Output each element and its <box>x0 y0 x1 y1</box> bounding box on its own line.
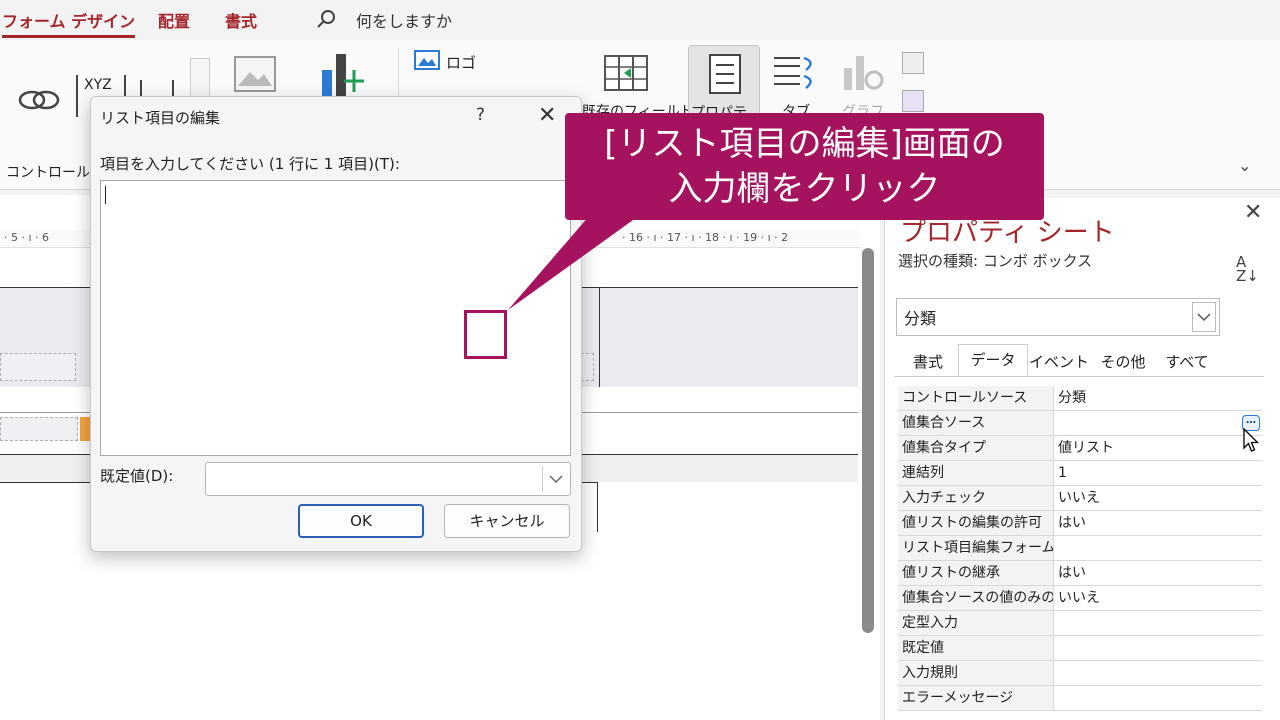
property-label: 値集合ソースの値のみの表示 <box>898 586 1054 610</box>
text-caret <box>105 186 106 204</box>
property-label: リスト項目編集フォーム <box>898 536 1054 560</box>
property-label: 値リストの編集の許可 <box>898 511 1054 535</box>
label-control-text: XYZ <box>84 77 112 93</box>
vertical-scrollbar[interactable] <box>862 248 874 633</box>
property-row[interactable]: 値リストの編集の許可 はい <box>898 511 1262 536</box>
property-row[interactable]: 定型入力 <box>898 611 1262 636</box>
property-row[interactable]: 入力規則 <box>898 661 1262 686</box>
existing-fields-icon[interactable] <box>604 55 648 91</box>
property-row[interactable]: リスト項目編集フォーム <box>898 536 1262 561</box>
default-value-combo[interactable] <box>205 462 571 496</box>
tell-me-search[interactable]: 何をしますか <box>356 8 452 32</box>
property-value[interactable]: はい <box>1054 511 1262 535</box>
sort-az-icon[interactable]: A Z↓ <box>1236 255 1259 284</box>
property-label: 値集合ソース <box>898 411 1054 435</box>
property-row[interactable]: 既定値 <box>898 636 1262 661</box>
dialog-title: リスト項目の編集 <box>100 109 221 127</box>
hyperlink-icon[interactable] <box>16 80 62 120</box>
property-row[interactable]: 値集合ソースの値のみの表示いいえ <box>898 586 1262 611</box>
ruler-ticks-left: · 5 · ı · 6 <box>4 231 50 244</box>
property-row[interactable]: 値集合タイプ 値リスト <box>898 436 1262 461</box>
property-value[interactable]: いいえ <box>1054 586 1262 610</box>
property-label: 連結列 <box>898 461 1054 485</box>
property-row[interactable]: 連結列 1 <box>898 461 1262 486</box>
mouse-cursor-icon <box>1243 428 1260 452</box>
property-row[interactable]: 値集合ソース… <box>898 411 1262 436</box>
ribbon-tab-bar: フォーム デザイン 配置 書式 何をしますか <box>0 0 1280 40</box>
property-value[interactable] <box>1054 686 1262 710</box>
callout-line-1: [リスト項目の編集]画面の <box>604 124 1005 164</box>
property-label: 値リストの継承 <box>898 561 1054 585</box>
image-icon[interactable] <box>234 56 276 92</box>
property-tab-other[interactable]: その他 <box>1092 350 1154 376</box>
property-value[interactable] <box>1054 536 1262 560</box>
logo-icon[interactable] <box>414 50 440 72</box>
detail-field[interactable] <box>0 417 78 441</box>
tab-order-icon[interactable] <box>772 52 820 92</box>
property-row[interactable]: 値リストの継承 はい <box>898 561 1262 586</box>
activex-icon[interactable] <box>902 90 924 112</box>
property-label: 入力チェック <box>898 486 1054 510</box>
property-value[interactable]: いいえ <box>1054 486 1262 510</box>
dialog-close-icon[interactable]: ✕ <box>538 103 556 128</box>
property-label: 定型入力 <box>898 611 1054 635</box>
chevron-down-icon[interactable] <box>1192 302 1216 332</box>
search-icon[interactable] <box>316 8 338 30</box>
property-label: 入力規則 <box>898 661 1054 685</box>
tab-form-design[interactable]: フォーム デザイン <box>2 8 136 38</box>
property-tabs-divider <box>894 376 1264 377</box>
property-grid: コントロールソース 分類 値集合ソース… 値集合タイプ 値リスト 連結列 1 入力チェ… <box>898 386 1262 711</box>
property-label: 値集合タイプ <box>898 436 1054 460</box>
callout-line-2: 入力欄をクリック <box>668 169 941 209</box>
property-row[interactable]: 入力チェック いいえ <box>898 486 1262 511</box>
dialog-help-icon[interactable]: ? <box>476 105 485 125</box>
header-field-left[interactable] <box>0 353 76 381</box>
control-selector-combo[interactable] <box>896 298 1220 336</box>
ok-button[interactable]: OK <box>298 504 424 538</box>
property-value[interactable]: … <box>1054 411 1262 435</box>
tab-format[interactable]: 書式 <box>225 8 257 32</box>
property-tab-data[interactable]: データ <box>958 344 1028 376</box>
controls-group-label: コントロール <box>6 165 90 181</box>
tab-arrange[interactable]: 配置 <box>158 8 190 32</box>
property-label: 既定値 <box>898 636 1054 660</box>
logo-button[interactable]: ロゴ <box>446 52 476 73</box>
default-value-label: 既定値(D): <box>100 467 174 485</box>
callout-text: [リスト項目の編集]画面の 入力欄をクリック <box>565 122 1044 212</box>
property-value[interactable] <box>1054 636 1262 660</box>
property-value[interactable]: 値リスト <box>1054 436 1262 460</box>
property-value[interactable]: 1 <box>1054 461 1262 485</box>
selected-combo-marker[interactable] <box>80 417 90 441</box>
property-sheet-close-icon[interactable]: ✕ <box>1244 200 1262 225</box>
chevron-down-icon[interactable] <box>542 466 568 492</box>
chart-settings-icon <box>844 56 884 90</box>
subform-icon[interactable] <box>902 52 924 74</box>
property-label: コントロールソース <box>898 386 1054 410</box>
property-tab-format[interactable]: 書式 <box>898 350 958 376</box>
property-value[interactable] <box>1054 661 1262 685</box>
selection-type: 選択の種類: コンボ ボックス <box>898 252 1093 270</box>
list-items-prompt: 項目を入力してください (1 行に 1 項目)(T): <box>100 155 400 173</box>
property-tab-all[interactable]: すべて <box>1156 350 1218 376</box>
callout-pointer <box>508 215 640 310</box>
property-label: エラーメッセージ <box>898 686 1054 710</box>
property-row[interactable]: コントロールソース 分類 <box>898 386 1262 411</box>
property-value[interactable]: はい <box>1054 561 1262 585</box>
chart-insert-icon[interactable] <box>318 52 366 96</box>
control-selector-value: 分類 <box>904 309 937 328</box>
property-row[interactable]: エラーメッセージ <box>898 686 1262 711</box>
property-tab-event[interactable]: イベント <box>1028 350 1090 376</box>
click-target-highlight <box>464 310 507 359</box>
property-value[interactable] <box>1054 611 1262 635</box>
property-value[interactable]: 分類 <box>1054 386 1262 410</box>
ribbon-collapse-chevron-icon[interactable]: ⌄ <box>1238 156 1251 175</box>
property-sheet-icon <box>709 54 741 94</box>
ruler-ticks-right: · 16 · ı · 17 · ı · 18 · ı · 19 · ı · 2 <box>622 231 789 244</box>
cancel-button[interactable]: キャンセル <box>444 504 570 538</box>
